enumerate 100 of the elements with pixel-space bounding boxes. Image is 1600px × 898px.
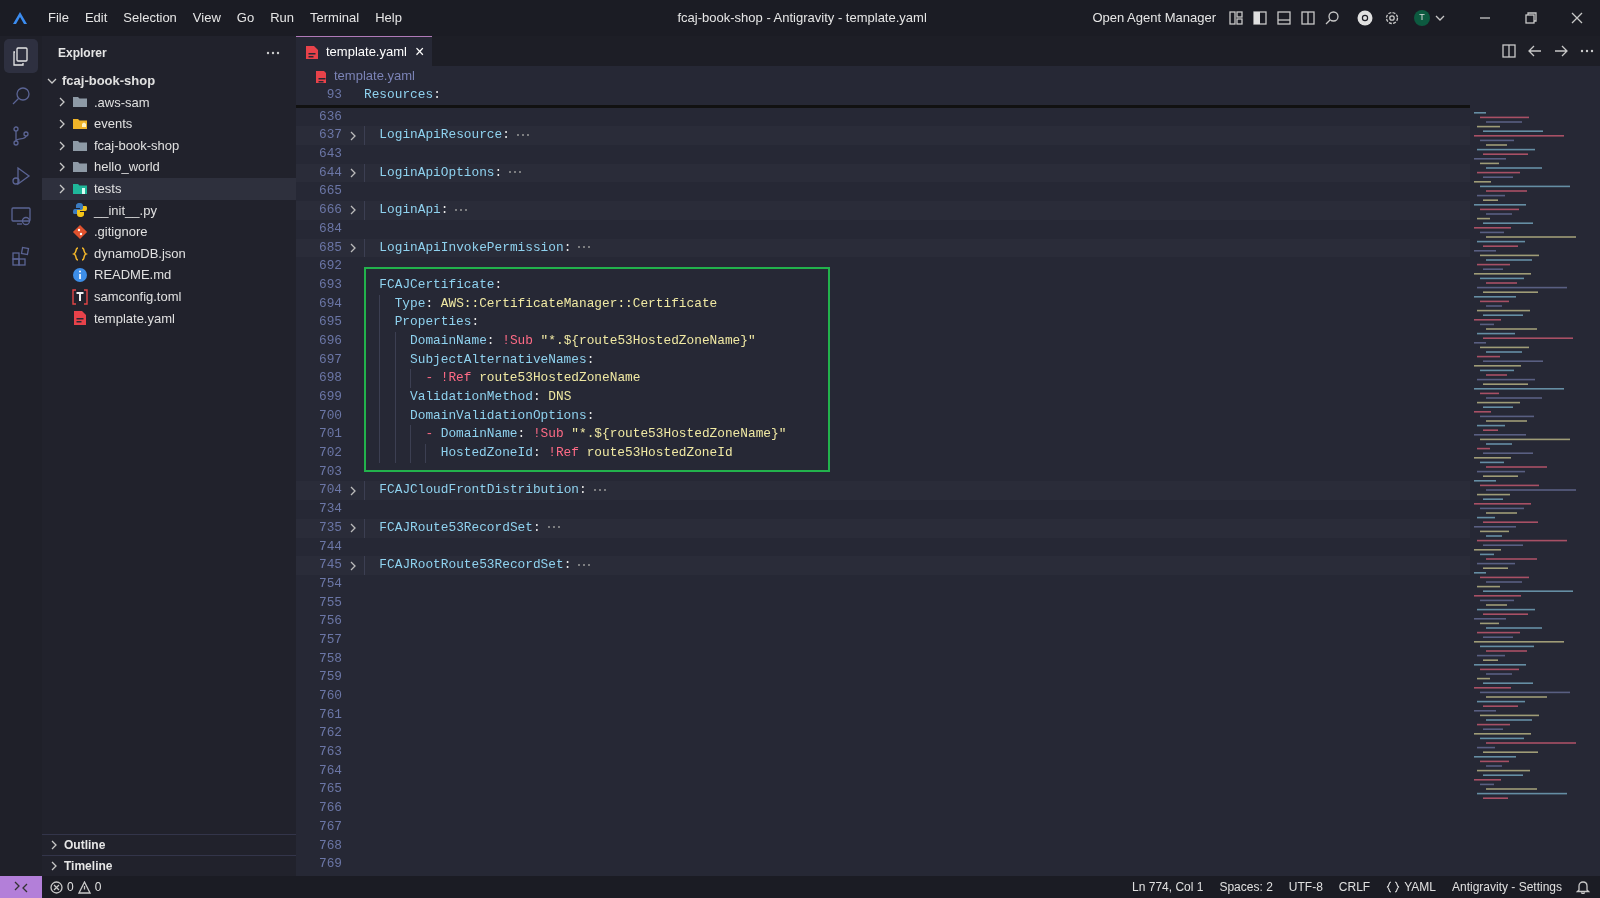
layout-icon[interactable] (1228, 10, 1244, 26)
branch-icon[interactable] (10, 125, 32, 147)
error-icon (50, 880, 63, 894)
close-tab-button[interactable]: × (414, 39, 425, 64)
line-number: 765 (317, 780, 342, 799)
status-item[interactable]: Antigravity - Settings (1443, 878, 1570, 896)
line-number: 637 (317, 126, 342, 145)
panel-header[interactable]: Outline (64, 836, 106, 854)
editor-tab[interactable]: template.yaml × (296, 36, 433, 66)
menu-item[interactable]: Help (367, 8, 410, 28)
menu-item[interactable]: Selection (115, 8, 185, 28)
tree-item[interactable]: tests (94, 179, 122, 199)
problems-button[interactable]: 0 0 (42, 878, 110, 896)
status-item[interactable]: YAML (1378, 878, 1444, 896)
fold-chevron-icon[interactable] (348, 559, 358, 572)
fold-ellipsis-icon[interactable] (592, 487, 607, 494)
colon: : (486, 332, 495, 348)
line-number: 735 (317, 518, 342, 537)
fold-ellipsis-icon[interactable] (508, 169, 523, 176)
fold-chevron-icon[interactable] (348, 129, 358, 142)
tree-item[interactable]: events (94, 114, 133, 134)
more-icon[interactable] (266, 51, 280, 55)
menu-item[interactable]: File (40, 8, 77, 28)
line-number: 699 (317, 388, 342, 406)
colon: : (433, 87, 441, 102)
tree-item[interactable]: template.yaml (94, 308, 175, 329)
yaml-key: LoginApi (379, 202, 441, 218)
bell-icon[interactable] (1576, 880, 1590, 894)
yaml-key: FCAJCloudFrontDistribution (379, 482, 579, 498)
line-number: 692 (317, 257, 342, 276)
fold-chevron-icon[interactable] (348, 241, 358, 254)
restore-icon[interactable] (1525, 12, 1537, 24)
line-number: 762 (317, 724, 342, 743)
tree-item[interactable]: hello_world (94, 157, 160, 177)
fold-ellipsis-icon[interactable] (577, 244, 592, 251)
yaml-key: FCAJRootRoute53RecordSet (379, 557, 564, 573)
fold-chevron-icon[interactable] (348, 484, 358, 497)
yaml-tag: !Ref (440, 370, 472, 386)
status-item[interactable]: CRLF (1330, 878, 1379, 896)
tree-item[interactable]: samconfig.toml (94, 287, 182, 307)
python-icon (72, 202, 88, 219)
line-number: 666 (317, 201, 342, 220)
line-number: 696 (317, 331, 342, 350)
fold-ellipsis-icon[interactable] (454, 206, 469, 213)
fold-chevron-icon[interactable] (348, 167, 358, 180)
panel-toggle-icon[interactable] (1276, 10, 1292, 26)
tree-item[interactable]: .gitignore (94, 222, 148, 242)
status-item[interactable]: Ln 774, Col 1 (1124, 878, 1212, 896)
close-icon[interactable] (1571, 12, 1583, 24)
monitor-icon[interactable] (10, 205, 32, 227)
line-number: 685 (317, 238, 342, 257)
tree-item[interactable]: README.md (94, 265, 172, 285)
tree-item[interactable]: __init__.py (94, 200, 157, 221)
fold-ellipsis-icon[interactable] (515, 132, 530, 138)
menu-item[interactable]: View (184, 8, 229, 28)
yaml-key: DomainName (440, 426, 518, 442)
list-dash: - (425, 370, 434, 386)
panel-header[interactable]: Timeline (64, 857, 113, 875)
arrow-left-icon[interactable] (1527, 43, 1543, 59)
menu-item[interactable]: Terminal (302, 8, 368, 28)
fold-ellipsis-icon[interactable] (577, 561, 592, 568)
tree-item[interactable]: fcaj-book-shop (94, 135, 180, 156)
fold-chevron-icon[interactable] (348, 522, 358, 535)
line-number: 93 (325, 86, 342, 104)
line-number: 644 (317, 163, 342, 182)
tree-item[interactable]: .aws-sam (94, 92, 150, 113)
extensions-icon[interactable] (10, 245, 32, 267)
search-icon[interactable] (1324, 10, 1340, 26)
avatar[interactable]: T (1414, 10, 1430, 26)
colon: : (532, 445, 541, 461)
arrow-right-icon[interactable] (1553, 43, 1569, 59)
tree-item[interactable]: dynamoDB.json (94, 243, 186, 264)
settings-icon[interactable] (1384, 10, 1400, 26)
status-item[interactable]: UTF-8 (1280, 878, 1331, 896)
fold-chevron-icon[interactable] (348, 204, 358, 217)
colon: : (517, 426, 526, 442)
tree-item[interactable]: fcaj-book-shop (62, 71, 156, 91)
run-debug-icon[interactable] (10, 165, 32, 187)
menu-item[interactable]: Edit (76, 8, 116, 28)
yaml-value: "*.${route53HostedZoneName}" (540, 332, 756, 348)
line-number: 693 (317, 275, 342, 294)
colon: : (563, 239, 572, 255)
menu-item[interactable]: Run (262, 8, 302, 28)
braces-icon (1386, 881, 1401, 893)
split-editor-icon[interactable] (1501, 43, 1517, 59)
yaml-key: LoginApiOptions (379, 164, 495, 180)
colon: : (494, 164, 503, 180)
browser-icon[interactable] (1356, 9, 1374, 27)
split-toggle-icon[interactable] (1300, 10, 1316, 26)
menu-item[interactable]: Go (228, 8, 263, 28)
fold-ellipsis-icon[interactable] (546, 524, 561, 531)
agent-manager-button[interactable]: Open Agent Manager (1084, 8, 1224, 28)
colon: : (494, 276, 503, 292)
colon: : (532, 519, 541, 535)
status-item[interactable]: Spaces: 2 (1211, 878, 1281, 896)
list-dash: - (425, 426, 434, 442)
sidebar-toggle-icon[interactable] (1252, 10, 1268, 26)
breadcrumb-item[interactable]: template.yaml (334, 66, 415, 86)
line-number: 704 (317, 481, 342, 500)
colon: : (563, 557, 572, 573)
